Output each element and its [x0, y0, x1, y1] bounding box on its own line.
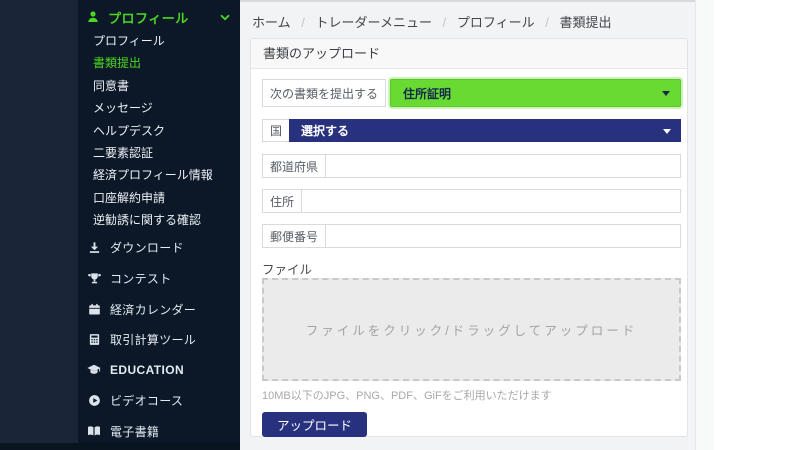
country-label: 国	[262, 119, 291, 142]
prefecture-row: 都道府県	[262, 154, 681, 178]
document-type-row: 次の書類を提出する 住所証明	[262, 79, 681, 107]
sidebar-item-economic-profile[interactable]: 経済プロフィール情報	[78, 164, 240, 186]
play-circle-icon	[87, 394, 101, 407]
sidebar-item-label: 電子書籍	[110, 424, 160, 439]
sidebar-item-label: ビデオコース	[110, 394, 184, 409]
sidebar-group-profile[interactable]: プロフィール	[78, 0, 240, 30]
breadcrumb: ホーム / トレーダーメニュー / プロフィール / 書類提出	[252, 12, 612, 31]
graduation-cap-icon	[87, 363, 101, 377]
document-type-label: 次の書類を提出する	[262, 79, 387, 107]
sidebar-item-downloads[interactable]: ダウンロード	[78, 233, 240, 264]
address-row: 住所	[262, 189, 681, 213]
sidebar-group-label: プロフィール	[108, 10, 189, 26]
card-body: 次の書類を提出する 住所証明 国 選択する 都道府県 住所 郵便番号 ファイル …	[251, 69, 687, 437]
sidebar-submenu: プロフィール 書類提出 同意書 メッセージ ヘルプデスク 二要素認証 経済プロフ…	[78, 30, 240, 232]
sidebar-item-account-closure[interactable]: 口座解約申請	[78, 187, 240, 209]
sidebar-item-video-courses[interactable]: ビデオコース	[78, 385, 240, 416]
sidebar-rail	[0, 0, 78, 450]
country-value: 選択する	[301, 124, 350, 138]
breadcrumb-home[interactable]: ホーム	[252, 15, 291, 30]
sidebar-item-label: EDUCATION	[110, 363, 185, 378]
sidebar-item-two-factor[interactable]: 二要素認証	[78, 142, 240, 164]
sidebar-menu: プロフィール プロフィール 書類提出 同意書 メッセージ ヘルプデスク 二要素認…	[0, 0, 240, 450]
card-header: 書類のアップロード	[251, 39, 687, 69]
breadcrumb-trader-menu[interactable]: トレーダーメニュー	[316, 15, 432, 30]
country-select[interactable]: 選択する	[289, 119, 681, 142]
country-row: 国 選択する	[262, 119, 681, 142]
sidebar-icon-menu: ダウンロード コンテスト 経済カレンダー 取引計算ツール EDUCATION ビ…	[78, 233, 240, 447]
sidebar-item-solicitation-confirmation[interactable]: 逆勧誘に関する確認	[78, 209, 240, 231]
chevron-down-icon	[220, 14, 230, 21]
document-type-select[interactable]: 住所証明	[390, 79, 681, 107]
sidebar-item-label: コンテスト	[110, 271, 172, 286]
sidebar-item-document-submission[interactable]: 書類提出	[78, 52, 240, 74]
trophy-icon	[87, 272, 101, 285]
sidebar-item-messages[interactable]: メッセージ	[78, 97, 240, 119]
scrollbar[interactable]	[695, 0, 714, 450]
calculator-icon	[87, 333, 101, 346]
book-icon	[87, 424, 101, 438]
sidebar-item-helpdesk[interactable]: ヘルプデスク	[78, 120, 240, 142]
screenshot-root: プロフィール プロフィール 書類提出 同意書 メッセージ ヘルプデスク 二要素認…	[0, 0, 800, 450]
breadcrumb-profile[interactable]: プロフィール	[457, 15, 535, 30]
document-type-value: 住所証明	[403, 86, 452, 101]
breadcrumb-document-submission: 書類提出	[559, 15, 612, 30]
sidebar-bottom-strip	[0, 443, 240, 450]
address-label: 住所	[262, 189, 303, 213]
sidebar-item-agreement[interactable]: 同意書	[78, 75, 240, 97]
sidebar-item-education[interactable]: EDUCATION	[78, 355, 240, 386]
breadcrumb-separator: /	[442, 15, 447, 30]
download-icon	[87, 241, 101, 254]
sidebar-item-trading-calculator[interactable]: 取引計算ツール	[78, 324, 240, 355]
prefecture-label: 都道府県	[262, 154, 327, 178]
file-dropzone[interactable]: ファイルをクリック/ドラッグしてアップロード	[262, 278, 681, 381]
caret-down-icon	[663, 128, 671, 134]
file-helper-text: 10MB以下のJPG、PNG、PDF、GiFをご利用いただけます	[262, 390, 552, 402]
breadcrumb-separator: /	[545, 15, 549, 30]
browser-page: プロフィール プロフィール 書類提出 同意書 メッセージ ヘルプデスク 二要素認…	[0, 0, 714, 450]
prefecture-input[interactable]	[325, 154, 681, 178]
file-label: ファイル	[262, 263, 313, 277]
card-title: 書類のアップロード	[263, 46, 381, 61]
caret-down-icon	[662, 91, 670, 96]
sidebar-item-label: 経済カレンダー	[110, 302, 197, 317]
postal-code-label: 郵便番号	[262, 224, 327, 248]
sidebar-item-profile[interactable]: プロフィール	[78, 30, 240, 52]
sidebar-item-label: ダウンロード	[110, 241, 184, 256]
breadcrumb-separator: /	[301, 15, 305, 30]
sidebar-item-label: 取引計算ツール	[110, 333, 197, 348]
postal-code-row: 郵便番号	[262, 224, 681, 248]
address-input[interactable]	[301, 189, 681, 213]
sidebar: プロフィール プロフィール 書類提出 同意書 メッセージ ヘルプデスク 二要素認…	[0, 0, 240, 450]
main-content: ホーム / トレーダーメニュー / プロフィール / 書類提出 書類のアップロー…	[240, 0, 714, 450]
calendar-icon	[87, 303, 101, 316]
sidebar-item-contests[interactable]: コンテスト	[78, 263, 240, 294]
postal-code-input[interactable]	[325, 224, 681, 248]
sidebar-item-economic-calendar[interactable]: 経済カレンダー	[78, 294, 240, 325]
dropzone-text: ファイルをクリック/ドラッグしてアップロード	[305, 324, 638, 338]
upload-card: 書類のアップロード 次の書類を提出する 住所証明 国 選択する 都道府県 住所 …	[250, 38, 688, 437]
upload-button[interactable]: アップロード	[262, 412, 368, 437]
top-border	[240, 0, 714, 2]
person-icon	[86, 10, 100, 24]
